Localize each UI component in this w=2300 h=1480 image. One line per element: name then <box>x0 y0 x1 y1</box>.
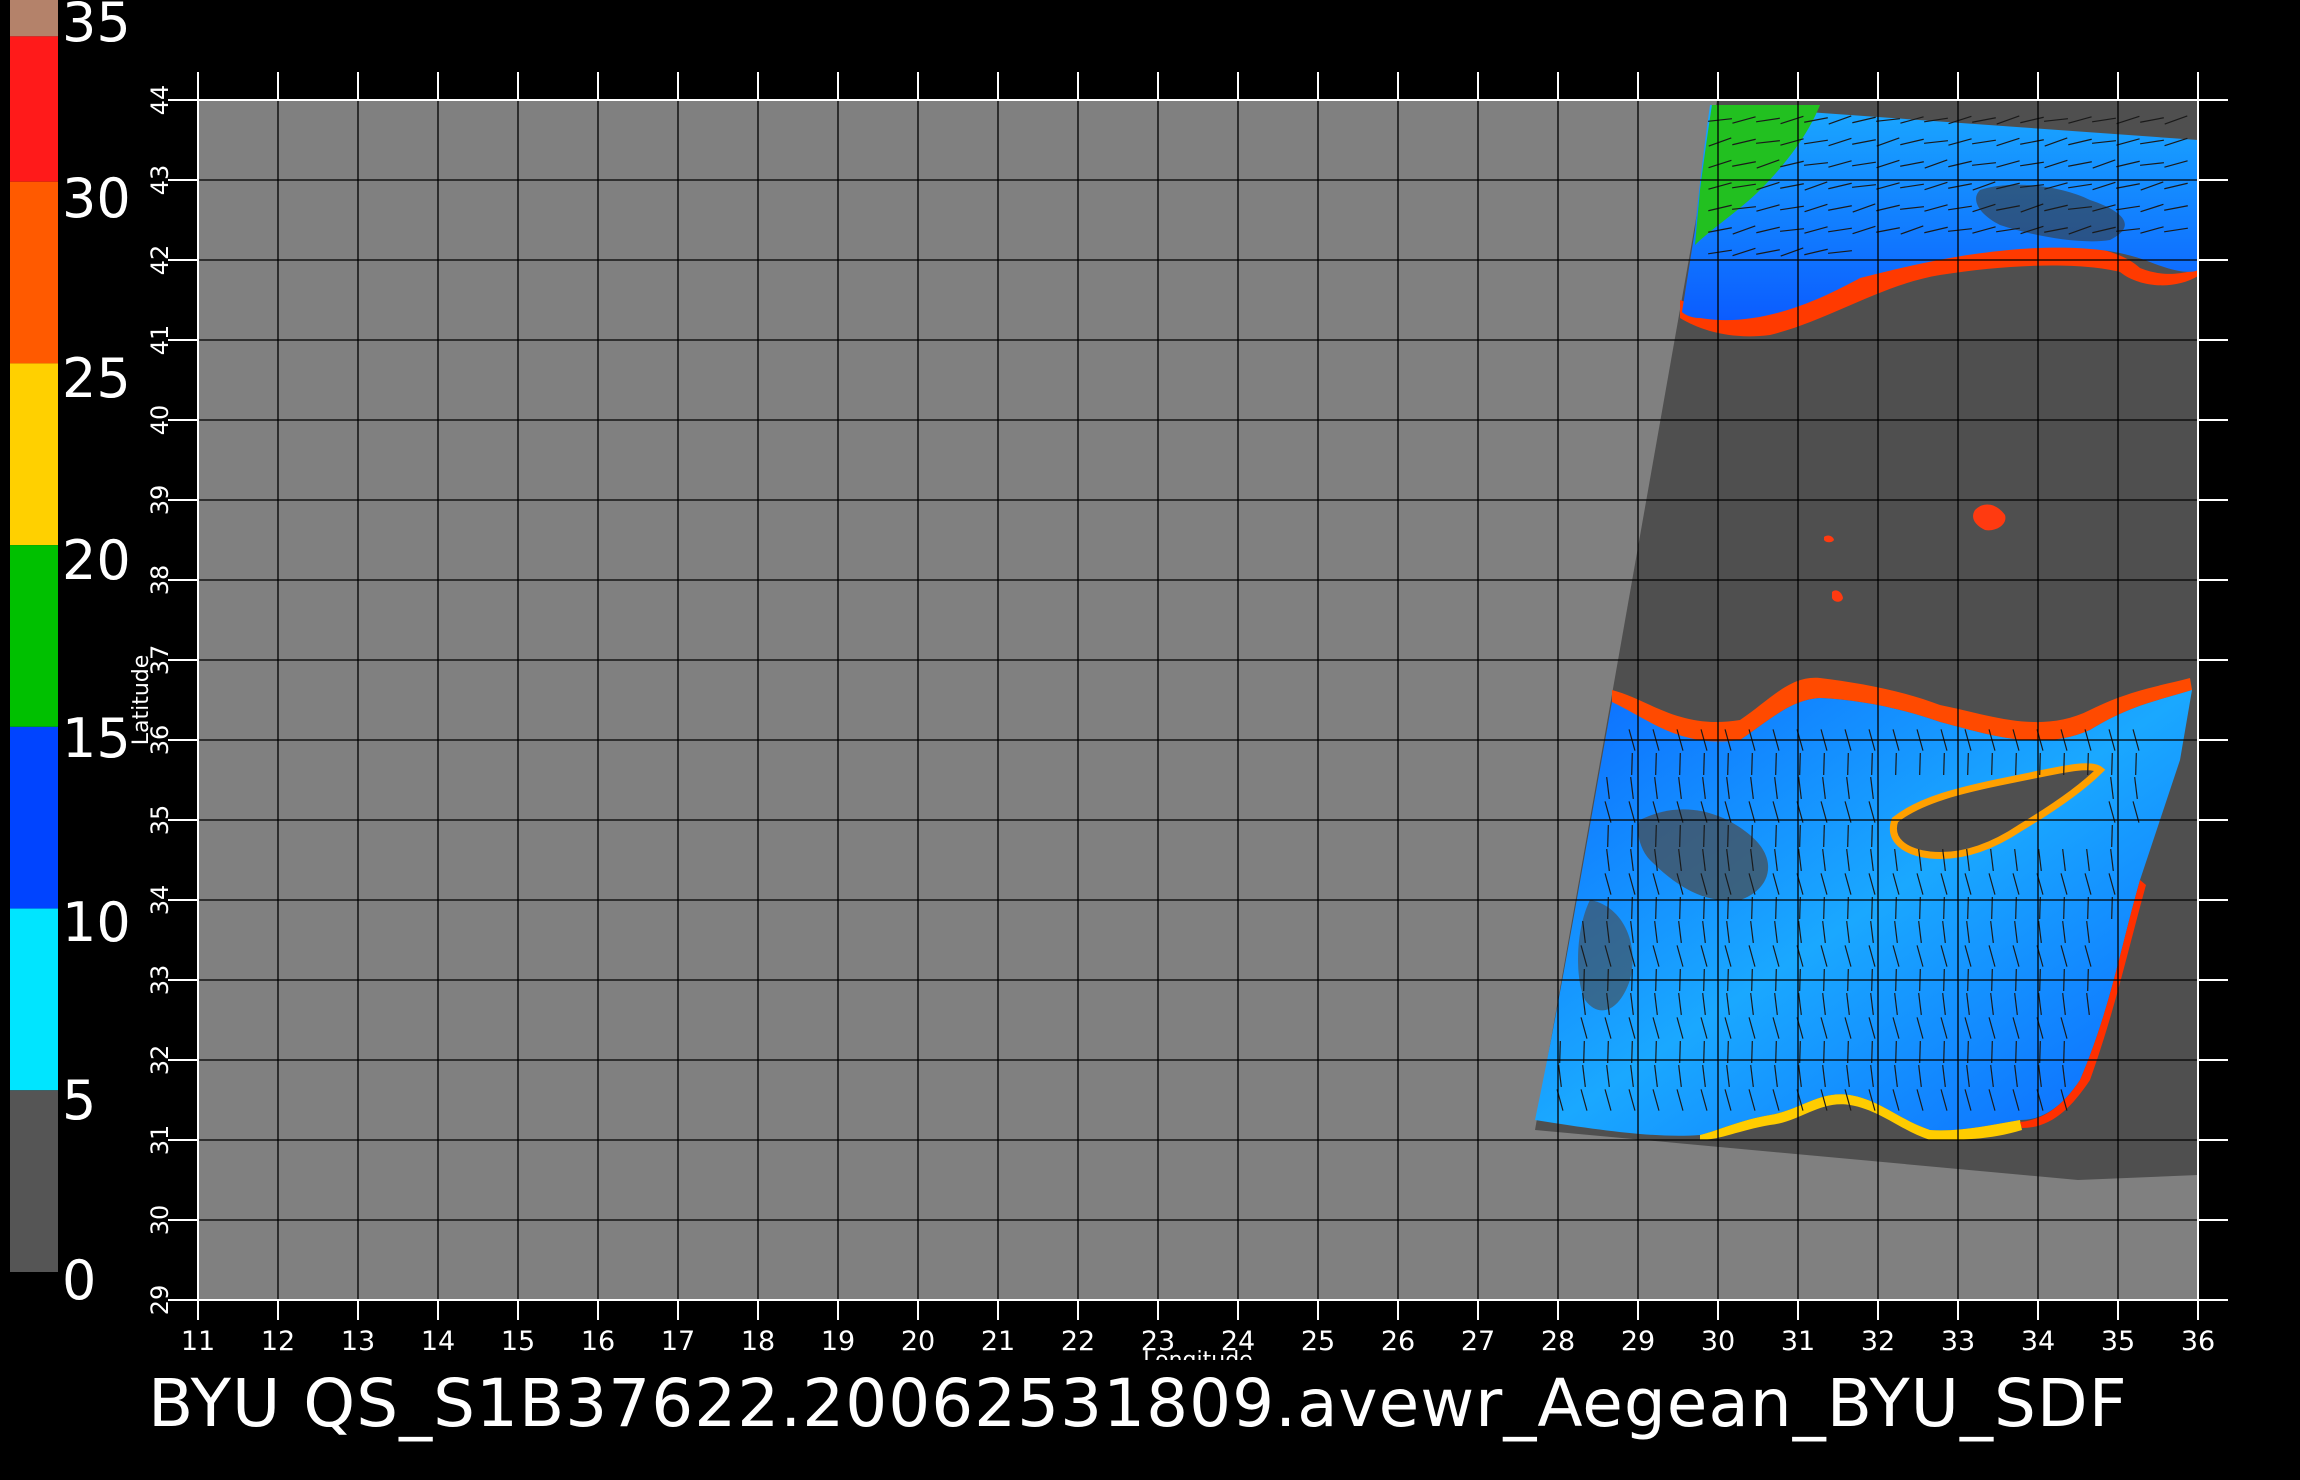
lon-tick-label: 15 <box>501 1326 535 1357</box>
lon-tick-label: 16 <box>581 1326 615 1357</box>
wind-vector <box>1823 824 1825 848</box>
wind-vector <box>1751 824 1753 848</box>
wind-vector <box>2087 752 2089 776</box>
lon-tick-label: 13 <box>341 1326 375 1357</box>
lat-tick-label: 32 <box>146 1045 174 1076</box>
lon-tick-label: 12 <box>261 1326 295 1357</box>
wind-vector <box>2015 752 2017 776</box>
lon-tick-label: 22 <box>1061 1326 1095 1357</box>
wind-vector <box>2039 752 2041 776</box>
lat-tick-label: 33 <box>146 965 174 996</box>
lon-tick-label: 11 <box>181 1326 215 1357</box>
wind-vector <box>1655 752 1657 776</box>
lon-tick-label: 21 <box>981 1326 1015 1357</box>
x-axis-title: Longitude <box>1143 1348 1252 1360</box>
lon-tick-label: 20 <box>901 1326 935 1357</box>
lat-tick-label: 44 <box>146 85 174 116</box>
y-axis-title: Latitude <box>129 655 154 746</box>
wind-vector <box>1943 752 1945 776</box>
wind-vector <box>1991 752 1993 776</box>
wind-vector <box>2111 824 2113 848</box>
lat-tick-label: 42 <box>146 245 174 276</box>
lat-tick-label: 39 <box>146 485 174 516</box>
lon-tick-label: 33 <box>1941 1326 1975 1357</box>
wind-vector <box>1871 752 1873 776</box>
wind-vector <box>2111 752 2113 776</box>
lon-tick-label: 27 <box>1461 1326 1495 1357</box>
wind-vector <box>1799 752 1801 776</box>
lat-tick-label: 38 <box>146 565 174 596</box>
wind-vector <box>1703 824 1705 848</box>
wind-vector <box>1967 752 1969 776</box>
wind-vector <box>1631 824 1633 848</box>
wind-vector <box>1847 752 1849 776</box>
wind-vector <box>1679 752 1681 776</box>
lon-tick-label: 14 <box>421 1326 455 1357</box>
lon-tick-label: 30 <box>1701 1326 1735 1357</box>
wind-vector <box>1799 824 1801 848</box>
wind-vector <box>1751 752 1753 776</box>
wind-vector <box>2135 752 2137 776</box>
wind-vector <box>1703 752 1705 776</box>
lon-tick-label: 17 <box>661 1326 695 1357</box>
footer-title: BYU QS_S1B37622.20062531809.avewr_Aegean… <box>148 1365 2128 1442</box>
lon-tick-label: 34 <box>2021 1326 2055 1357</box>
lat-tick-label: 41 <box>146 325 174 356</box>
wind-vector <box>1823 752 1825 776</box>
wind-vector <box>1775 824 1777 848</box>
map-plot: 11 12 13 14 15 16 17 18 19 20 21 22 23 24 25 26 27 28 29 30… <box>129 72 2228 1360</box>
wind-vector <box>1679 824 1681 848</box>
lat-tick-label: 29 <box>146 1285 174 1316</box>
lat-tick-label: 35 <box>146 805 174 836</box>
lat-tick-label: 31 <box>146 1125 174 1156</box>
lon-tick-label: 32 <box>1861 1326 1895 1357</box>
lon-tick-label: 19 <box>821 1326 855 1357</box>
lon-tick-label: 36 <box>2181 1326 2215 1357</box>
lon-tick-label: 26 <box>1381 1326 1415 1357</box>
lon-tick-label: 28 <box>1541 1326 1575 1357</box>
lat-tick-label: 34 <box>146 885 174 916</box>
lat-tick-label: 40 <box>146 405 174 436</box>
lon-tick-label: 25 <box>1301 1326 1335 1357</box>
wind-vector <box>1919 752 1921 776</box>
lon-tick-label: 35 <box>2101 1326 2135 1357</box>
wind-vector <box>1727 752 1729 776</box>
lat-tick-label: 30 <box>146 1205 174 1236</box>
wind-vector <box>1631 752 1633 776</box>
wind-vector <box>1775 752 1777 776</box>
lat-tick-label: 43 <box>146 165 174 196</box>
wind-vector <box>1607 824 1609 848</box>
wind-vector <box>1847 824 1849 848</box>
wind-vector <box>1895 752 1897 776</box>
figure: 35 30 25 20 15 10 5 0 11 12 13 14 15 16 … <box>0 0 2300 1480</box>
lon-tick-label: 29 <box>1621 1326 1655 1357</box>
wind-vector <box>1655 824 1657 848</box>
wind-vector <box>1871 824 1873 848</box>
wind-vector <box>2063 752 2065 776</box>
wind-vector <box>1727 824 1729 848</box>
lon-tick-label: 18 <box>741 1326 775 1357</box>
lon-tick-label: 31 <box>1781 1326 1815 1357</box>
